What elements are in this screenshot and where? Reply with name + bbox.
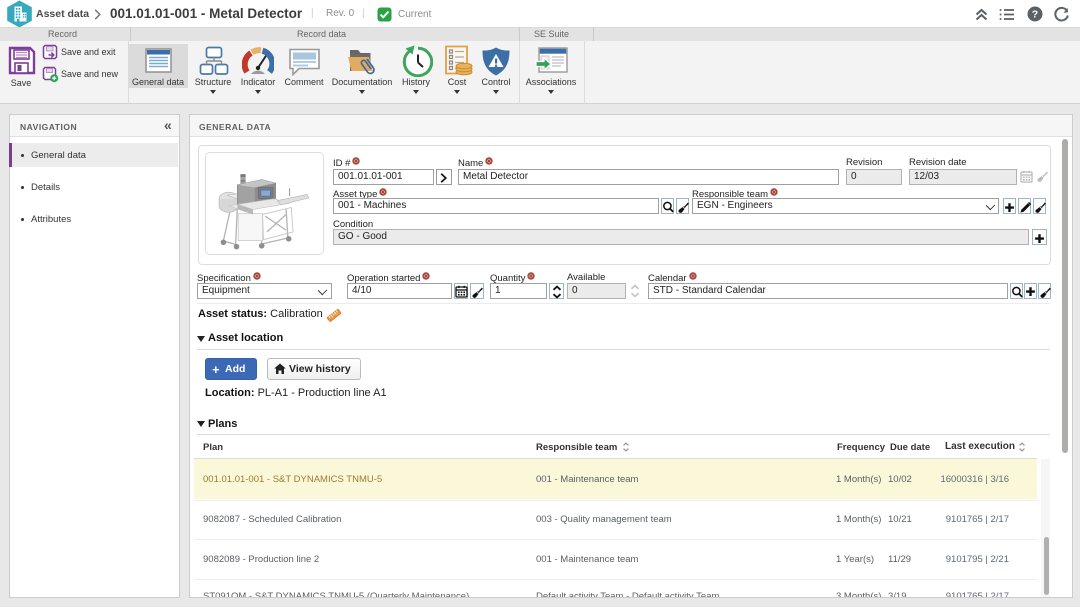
svg-text:?: ? — [1032, 9, 1038, 21]
